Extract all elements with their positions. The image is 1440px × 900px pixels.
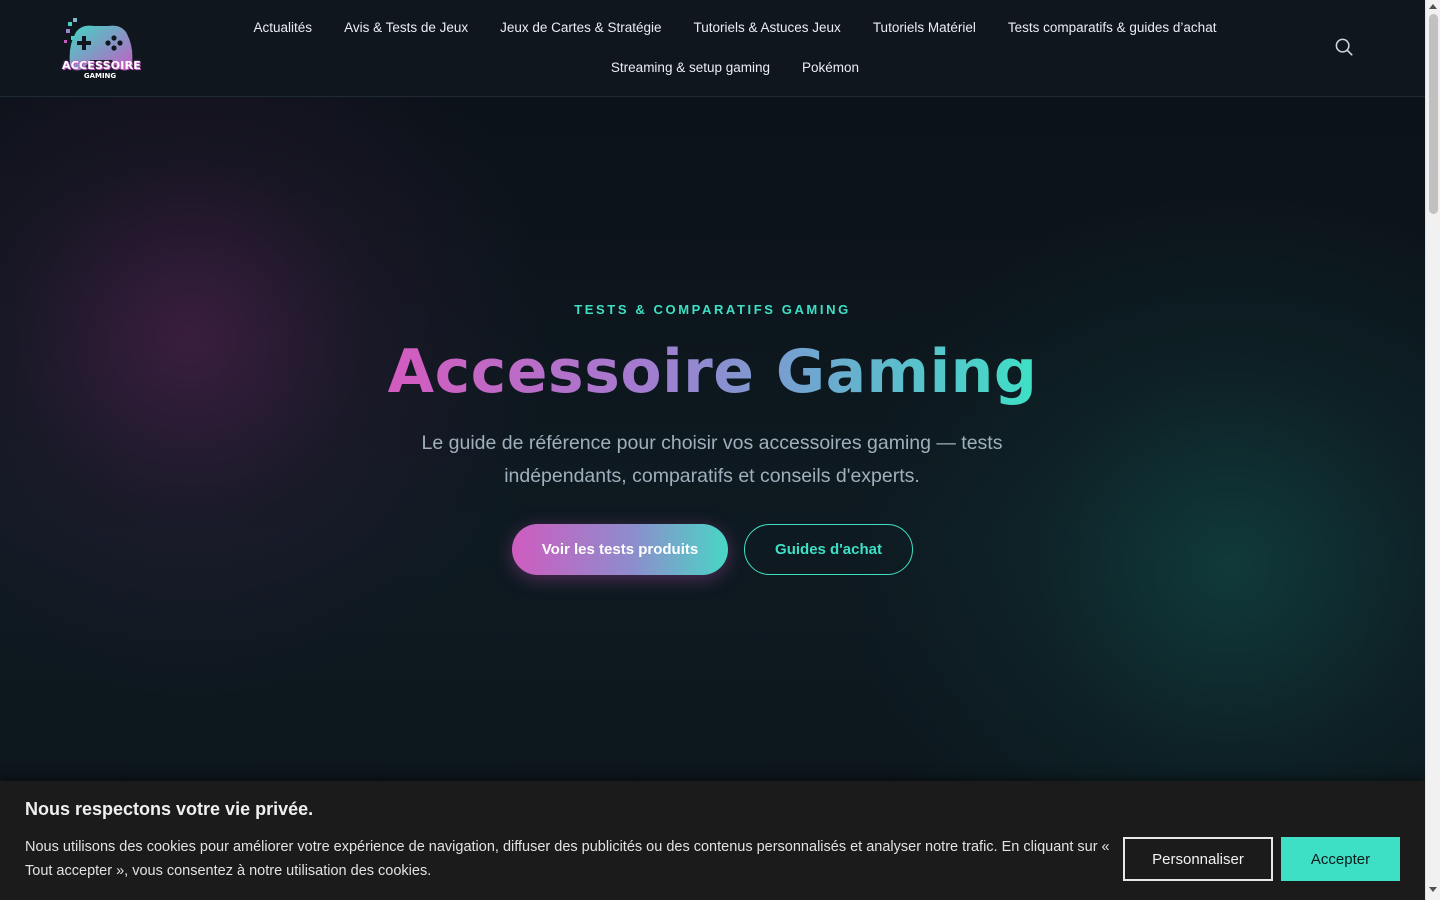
site-logo[interactable]: ACCESSOIRE GAMING xyxy=(62,16,141,82)
nav-item-jeux-cartes[interactable]: Jeux de Cartes & Stratégie xyxy=(484,17,677,39)
cookie-customize-button[interactable]: Personnaliser xyxy=(1123,837,1273,881)
cookie-text: Nous utilisons des cookies pour améliore… xyxy=(25,839,1110,879)
main-nav: Actualités Avis & Tests de Jeux Jeux de … xyxy=(200,0,1270,97)
nav-item-pokemon[interactable]: Pokémon xyxy=(786,57,875,79)
scroll-up-arrow-icon[interactable] xyxy=(1429,4,1437,9)
nav-row-2: Streaming & setup gaming Pokémon xyxy=(200,57,1270,79)
nav-item-actualites[interactable]: Actualités xyxy=(238,17,329,39)
search-button[interactable] xyxy=(1333,36,1357,60)
hero-eyebrow: TESTS & COMPARATIFS GAMING xyxy=(574,302,851,317)
logo-text: ACCESSOIRE GAMING xyxy=(62,59,141,81)
nav-item-tutoriels-astuces[interactable]: Tutoriels & Astuces Jeux xyxy=(677,17,856,39)
page: ACCESSOIRE GAMING Actualités Avis & Test… xyxy=(0,0,1425,900)
cookie-title: Nous respectons votre vie privée. xyxy=(25,799,314,819)
site-header: ACCESSOIRE GAMING Actualités Avis & Test… xyxy=(0,0,1425,97)
scroll-thumb[interactable] xyxy=(1429,14,1438,214)
hero-subtitle: Le guide de référence pour choisir vos a… xyxy=(421,432,1003,487)
hero-title: Accessoire Gaming xyxy=(0,332,1425,412)
nav-row-1: Actualités Avis & Tests de Jeux Jeux de … xyxy=(200,17,1270,39)
logo-text-sub: GAMING xyxy=(83,72,117,80)
hero-title-text: Accessoire Gaming xyxy=(387,337,1038,407)
page-scrollbar[interactable] xyxy=(1425,0,1440,900)
cookie-banner: Nous respectons votre vie privée. Nous u… xyxy=(0,781,1425,900)
buying-guides-button[interactable]: Guides d'achat xyxy=(744,524,913,575)
nav-item-streaming[interactable]: Streaming & setup gaming xyxy=(595,57,786,79)
logo-text-main: ACCESSOIRE xyxy=(62,59,141,72)
search-icon xyxy=(1335,38,1353,56)
cookie-accept-button[interactable]: Accepter xyxy=(1281,837,1400,881)
scroll-down-arrow-icon[interactable] xyxy=(1429,887,1437,892)
nav-item-tests-comparatifs[interactable]: Tests comparatifs & guides d’achat xyxy=(992,17,1233,39)
nav-item-avis-tests[interactable]: Avis & Tests de Jeux xyxy=(328,17,484,39)
view-tests-button[interactable]: Voir les tests produits xyxy=(512,524,728,575)
hero-section: TESTS & COMPARATIFS GAMING Accessoire Ga… xyxy=(0,97,1425,900)
nav-item-tutoriels-materiel[interactable]: Tutoriels Matériel xyxy=(857,17,992,39)
